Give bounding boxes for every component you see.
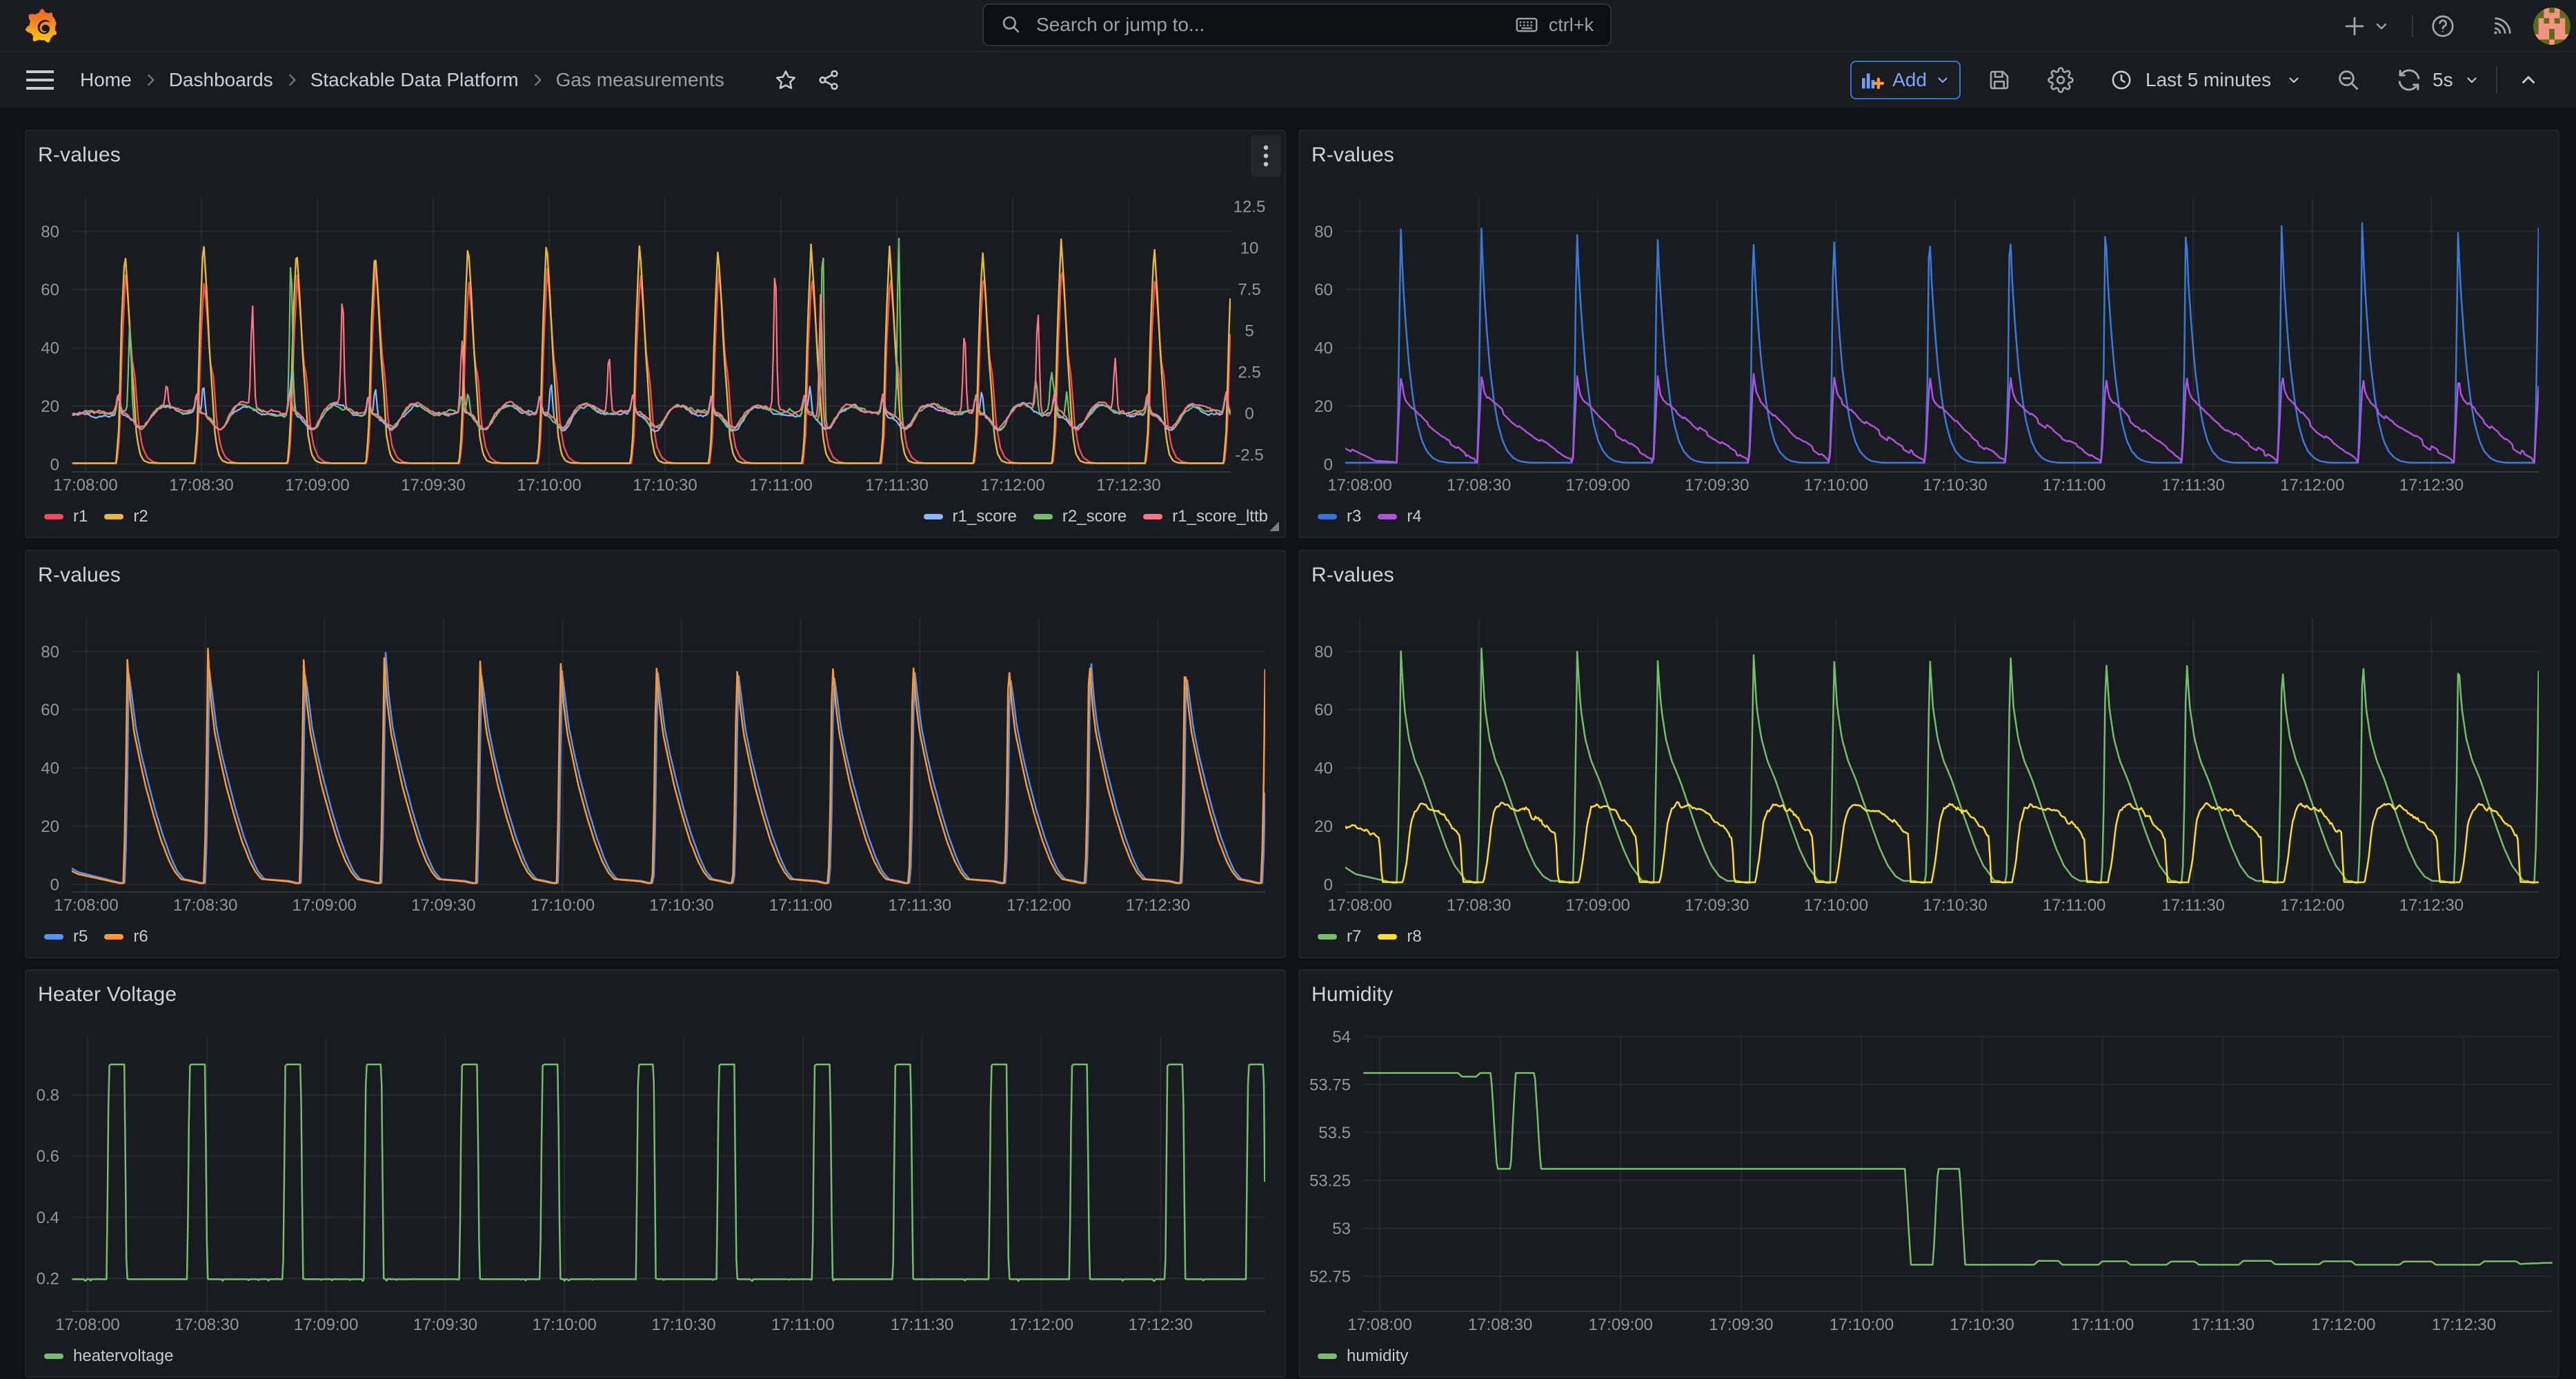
svg-text:17:08:00: 17:08:00 xyxy=(1347,1316,1411,1334)
svg-text:17:11:00: 17:11:00 xyxy=(749,476,813,495)
svg-text:17:12:00: 17:12:00 xyxy=(2311,1316,2375,1334)
svg-text:53.25: 53.25 xyxy=(1309,1171,1351,1190)
svg-text:17:08:00: 17:08:00 xyxy=(1327,476,1391,495)
svg-text:10: 10 xyxy=(1240,239,1259,257)
svg-text:17:12:30: 17:12:30 xyxy=(1096,476,1160,495)
svg-text:17:08:30: 17:08:30 xyxy=(173,896,237,915)
svg-text:17:09:30: 17:09:30 xyxy=(1709,1316,1773,1334)
svg-text:17:11:30: 17:11:30 xyxy=(891,1316,954,1334)
svg-text:60: 60 xyxy=(41,281,59,299)
svg-text:20: 20 xyxy=(41,397,59,416)
svg-text:53.75: 53.75 xyxy=(1309,1075,1351,1094)
svg-text:17:09:30: 17:09:30 xyxy=(401,476,465,495)
svg-text:17:11:00: 17:11:00 xyxy=(2071,1316,2134,1334)
svg-text:17:12:30: 17:12:30 xyxy=(2432,1316,2496,1334)
svg-text:17:11:30: 17:11:30 xyxy=(865,476,929,495)
svg-text:17:08:00: 17:08:00 xyxy=(54,896,118,915)
svg-text:-2.5: -2.5 xyxy=(1235,446,1263,464)
svg-text:17:08:30: 17:08:30 xyxy=(1468,1316,1532,1334)
svg-text:17:12:30: 17:12:30 xyxy=(1126,896,1190,915)
svg-text:17:11:30: 17:11:30 xyxy=(2161,476,2225,495)
svg-text:0.8: 0.8 xyxy=(37,1086,59,1104)
svg-text:17:09:30: 17:09:30 xyxy=(411,896,475,915)
svg-text:17:10:00: 17:10:00 xyxy=(1830,1316,1894,1334)
svg-text:17:12:00: 17:12:00 xyxy=(2280,476,2344,495)
svg-text:20: 20 xyxy=(41,817,59,836)
svg-text:0.6: 0.6 xyxy=(37,1147,59,1166)
svg-text:17:08:00: 17:08:00 xyxy=(55,1316,119,1334)
svg-text:0: 0 xyxy=(50,875,59,894)
svg-text:17:10:30: 17:10:30 xyxy=(1923,476,1987,495)
svg-text:40: 40 xyxy=(1314,759,1333,777)
svg-text:17:09:00: 17:09:00 xyxy=(1565,476,1629,495)
svg-text:17:10:30: 17:10:30 xyxy=(1950,1316,2014,1334)
svg-text:60: 60 xyxy=(41,701,59,720)
svg-text:17:08:00: 17:08:00 xyxy=(1327,896,1391,915)
svg-text:40: 40 xyxy=(1314,339,1333,358)
svg-text:17:12:00: 17:12:00 xyxy=(2280,896,2344,915)
svg-text:17:10:00: 17:10:00 xyxy=(517,476,581,495)
svg-text:80: 80 xyxy=(1314,642,1333,661)
svg-text:40: 40 xyxy=(41,339,59,358)
svg-text:52.75: 52.75 xyxy=(1309,1267,1351,1286)
svg-text:60: 60 xyxy=(1314,281,1333,299)
svg-text:17:09:00: 17:09:00 xyxy=(292,896,356,915)
svg-text:2.5: 2.5 xyxy=(1238,363,1260,381)
svg-text:17:12:00: 17:12:00 xyxy=(1007,896,1071,915)
svg-text:17:08:30: 17:08:30 xyxy=(1447,896,1511,915)
svg-text:17:12:30: 17:12:30 xyxy=(2399,896,2464,915)
svg-text:20: 20 xyxy=(1314,817,1333,836)
svg-text:17:11:00: 17:11:00 xyxy=(771,1316,835,1334)
svg-text:17:09:30: 17:09:30 xyxy=(413,1316,477,1334)
svg-text:80: 80 xyxy=(41,223,59,241)
svg-text:17:11:00: 17:11:00 xyxy=(769,896,833,915)
svg-text:0.4: 0.4 xyxy=(37,1208,59,1227)
svg-text:53.5: 53.5 xyxy=(1318,1124,1351,1142)
svg-text:17:08:00: 17:08:00 xyxy=(53,476,117,495)
svg-text:17:11:00: 17:11:00 xyxy=(2043,896,2106,915)
svg-text:17:09:30: 17:09:30 xyxy=(1685,896,1749,915)
svg-text:17:10:00: 17:10:00 xyxy=(531,896,595,915)
svg-text:17:11:00: 17:11:00 xyxy=(2043,476,2106,495)
svg-text:0.2: 0.2 xyxy=(37,1269,59,1288)
svg-text:17:10:00: 17:10:00 xyxy=(1804,476,1868,495)
svg-text:17:10:00: 17:10:00 xyxy=(532,1316,596,1334)
svg-text:54: 54 xyxy=(1332,1028,1351,1046)
svg-text:0: 0 xyxy=(1324,455,1333,474)
svg-text:60: 60 xyxy=(1314,701,1333,720)
svg-text:0: 0 xyxy=(1245,404,1254,423)
svg-text:17:11:30: 17:11:30 xyxy=(888,896,951,915)
svg-text:17:09:00: 17:09:00 xyxy=(1565,896,1629,915)
svg-text:17:12:00: 17:12:00 xyxy=(1009,1316,1073,1334)
svg-text:17:12:30: 17:12:30 xyxy=(1128,1316,1192,1334)
svg-text:80: 80 xyxy=(1314,223,1333,241)
svg-text:12.5: 12.5 xyxy=(1233,197,1266,216)
svg-text:17:11:30: 17:11:30 xyxy=(2161,896,2225,915)
svg-text:17:10:30: 17:10:30 xyxy=(651,1316,715,1334)
svg-text:17:10:30: 17:10:30 xyxy=(649,896,713,915)
svg-text:17:08:30: 17:08:30 xyxy=(169,476,233,495)
svg-text:17:09:00: 17:09:00 xyxy=(1588,1316,1652,1334)
svg-text:20: 20 xyxy=(1314,397,1333,416)
svg-text:17:12:00: 17:12:00 xyxy=(980,476,1044,495)
svg-text:53: 53 xyxy=(1332,1219,1351,1238)
svg-text:17:08:30: 17:08:30 xyxy=(175,1316,239,1334)
svg-text:17:10:30: 17:10:30 xyxy=(1923,896,1987,915)
svg-text:0: 0 xyxy=(1324,875,1333,894)
svg-text:7.5: 7.5 xyxy=(1238,280,1260,299)
svg-text:17:10:00: 17:10:00 xyxy=(1804,896,1868,915)
svg-text:17:08:30: 17:08:30 xyxy=(1447,476,1511,495)
svg-text:17:12:30: 17:12:30 xyxy=(2399,476,2464,495)
svg-text:17:10:30: 17:10:30 xyxy=(633,476,697,495)
svg-text:17:09:00: 17:09:00 xyxy=(285,476,349,495)
svg-text:80: 80 xyxy=(41,642,59,661)
svg-text:0: 0 xyxy=(50,455,59,474)
svg-text:5: 5 xyxy=(1245,321,1254,340)
svg-text:40: 40 xyxy=(41,759,59,777)
svg-text:17:09:30: 17:09:30 xyxy=(1685,476,1749,495)
svg-text:17:11:30: 17:11:30 xyxy=(2191,1316,2255,1334)
svg-text:17:09:00: 17:09:00 xyxy=(294,1316,358,1334)
